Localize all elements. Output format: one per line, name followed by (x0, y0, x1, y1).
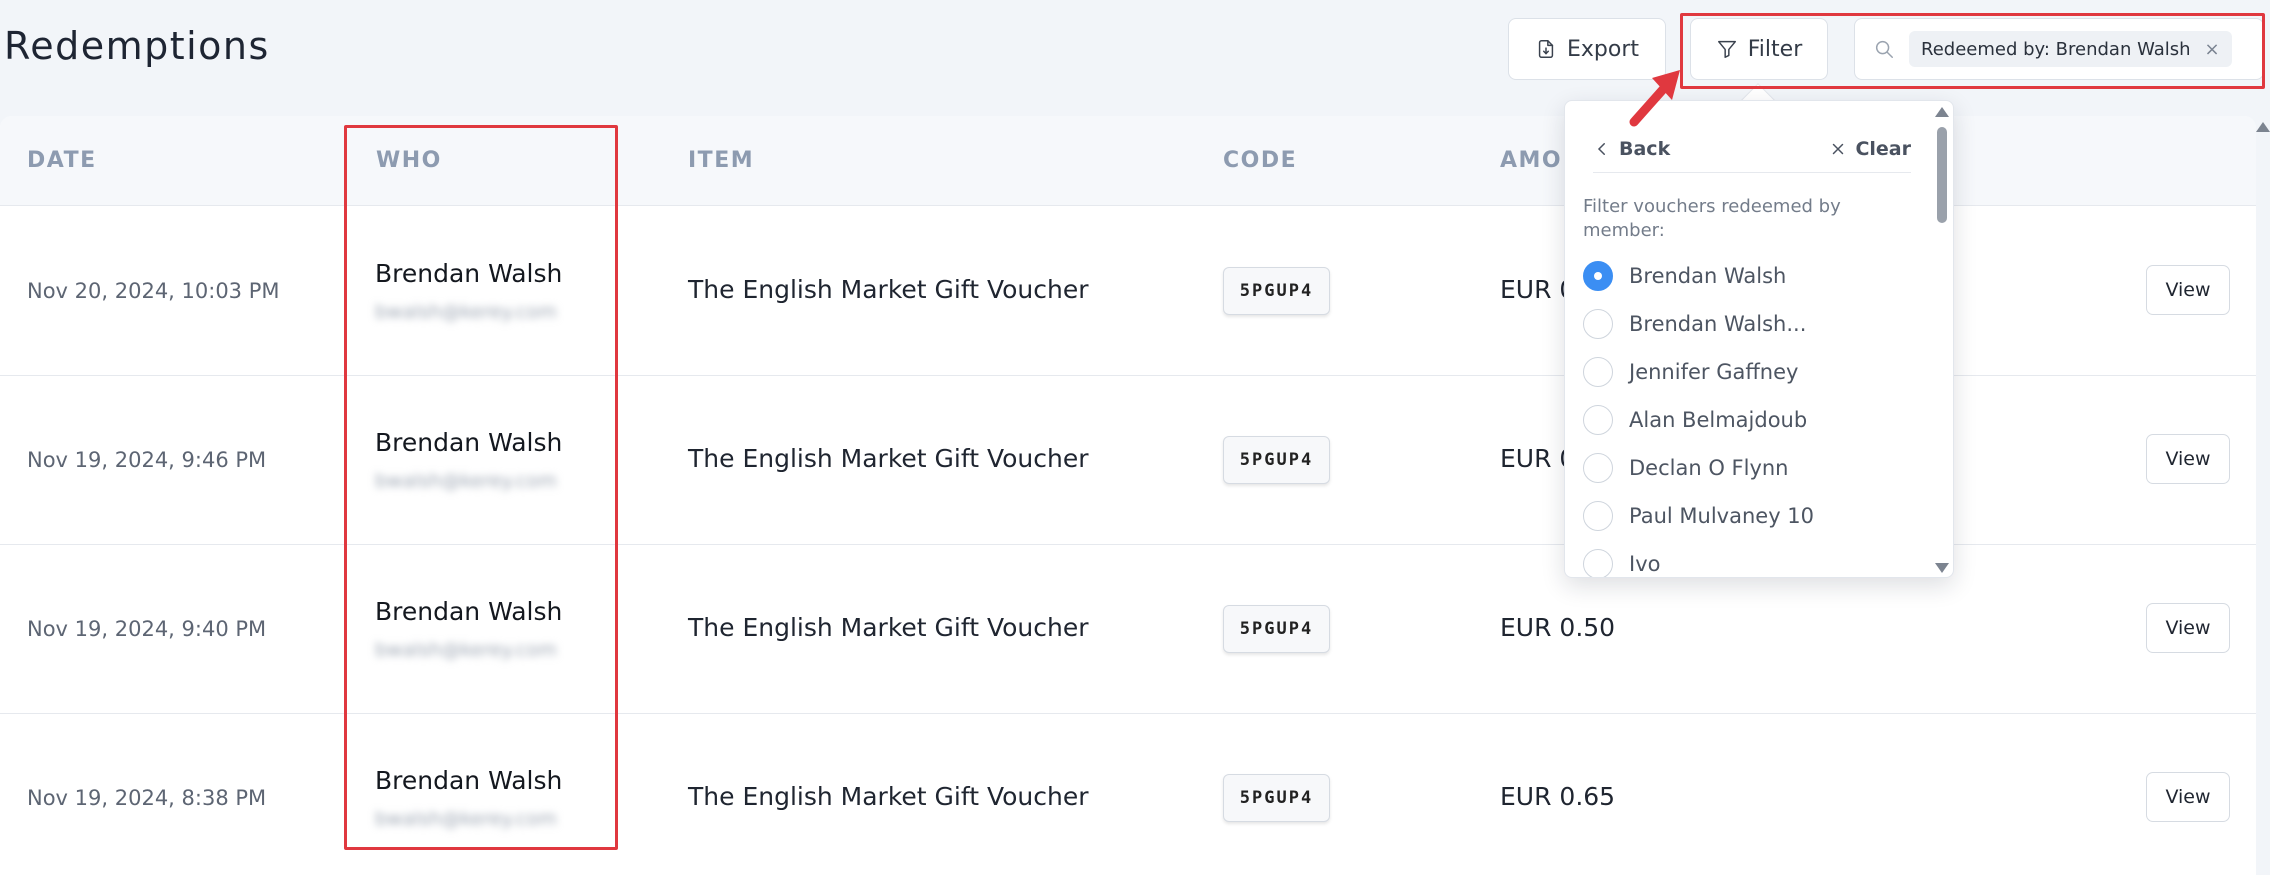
radio-selected[interactable] (1583, 261, 1613, 291)
voucher-code-badge: 5PGUP4 (1223, 267, 1330, 315)
view-button[interactable]: View (2146, 434, 2230, 484)
dropdown-description: Filter vouchers redeemed by member: (1583, 196, 1841, 241)
voucher-code-badge: 5PGUP4 (1223, 436, 1330, 484)
member-option-label: Declan O Flynn (1629, 456, 1789, 480)
row-who-name: Brendan Walsh (375, 766, 563, 795)
member-option[interactable]: Ivo (1583, 549, 1661, 577)
search-field[interactable]: Redeemed by: Brendan Walsh × (1854, 18, 2264, 80)
row-amount: EUR 0.65 (1500, 782, 1616, 811)
row-item: The English Market Gift Voucher (688, 782, 1089, 811)
voucher-code-badge: 5PGUP4 (1223, 605, 1330, 653)
scroll-down-arrow[interactable] (1935, 563, 1949, 573)
dropdown-header: Back Clear (1593, 125, 1911, 173)
member-option-label: Brendan Walsh... (1629, 312, 1807, 336)
scroll-up-arrow[interactable] (1935, 107, 1949, 117)
file-download-icon (1538, 40, 1554, 58)
member-option[interactable]: Alan Belmajdoub (1583, 405, 1807, 435)
clear-label: Clear (1855, 137, 1911, 160)
radio[interactable] (1583, 357, 1613, 387)
filter-button[interactable]: Filter (1690, 18, 1828, 80)
close-icon (1833, 143, 1844, 154)
row-date: Nov 19, 2024, 9:40 PM (27, 617, 267, 641)
chevron-left-icon (1597, 142, 1605, 155)
member-option[interactable]: Declan O Flynn (1583, 453, 1789, 483)
filter-icon (1717, 40, 1736, 58)
radio[interactable] (1583, 309, 1613, 339)
row-date: Nov 19, 2024, 8:38 PM (27, 786, 267, 810)
row-who-email: bwalsh@kerey.com (375, 470, 557, 492)
row-who-name: Brendan Walsh (375, 428, 563, 457)
export-label: Export (1566, 36, 1639, 62)
column-header-code: CODE (1223, 148, 1298, 173)
clear-button[interactable]: Clear (1829, 138, 1911, 160)
member-option-label: Paul Mulvaney 10 (1629, 504, 1815, 528)
radio[interactable] (1583, 501, 1613, 531)
radio[interactable] (1583, 453, 1613, 483)
member-option-label: Brendan Walsh (1629, 264, 1787, 288)
member-option-label: Ivo (1629, 552, 1661, 576)
close-icon[interactable]: × (2205, 39, 2220, 60)
row-item: The English Market Gift Voucher (688, 275, 1089, 304)
back-button[interactable]: Back (1593, 138, 1670, 160)
member-option[interactable]: Paul Mulvaney 10 (1583, 501, 1814, 531)
member-option[interactable]: Brendan Walsh... (1583, 309, 1806, 339)
row-amount: EUR 0.50 (1500, 613, 1616, 642)
column-header-item: ITEM (688, 148, 755, 173)
row-date: Nov 20, 2024, 10:03 PM (27, 279, 280, 303)
row-who-email: bwalsh@kerey.com (375, 808, 557, 830)
row-who-name: Brendan Walsh (375, 597, 563, 626)
row-who-name: Brendan Walsh (375, 259, 563, 288)
back-label: Back (1619, 137, 1671, 160)
view-button[interactable]: View (2146, 772, 2230, 822)
column-header-date: DATE (27, 148, 97, 173)
filter-chip-label: Redeemed by: Brendan Walsh (1921, 38, 2191, 60)
filter-chip[interactable]: Redeemed by: Brendan Walsh × (1909, 31, 2232, 67)
member-option-label: Jennifer Gaffney (1629, 360, 1799, 384)
filter-label: Filter (1747, 36, 1803, 62)
member-option[interactable]: Jennifer Gaffney (1583, 357, 1798, 387)
page-scroll-up-arrow[interactable] (2256, 122, 2270, 132)
radio[interactable] (1583, 405, 1613, 435)
row-item: The English Market Gift Voucher (688, 613, 1089, 642)
dropdown-scrollbar-thumb[interactable] (1937, 127, 1947, 223)
radio[interactable] (1583, 549, 1613, 577)
row-who-email: bwalsh@kerey.com (375, 639, 557, 661)
member-filter-dropdown: Back Clear Filter vouchers redeemed by m… (1564, 100, 1954, 578)
view-button[interactable]: View (2146, 265, 2230, 315)
voucher-code-badge: 5PGUP4 (1223, 774, 1330, 822)
annotation-arrow-icon (1629, 70, 1680, 127)
row-item: The English Market Gift Voucher (688, 444, 1089, 473)
row-date: Nov 19, 2024, 9:46 PM (27, 448, 267, 472)
column-header-who: WHO (376, 148, 442, 173)
member-option[interactable]: Brendan Walsh (1583, 261, 1786, 291)
member-option-label: Alan Belmajdoub (1629, 408, 1808, 432)
search-icon (1875, 40, 1893, 58)
row-who-email: bwalsh@kerey.com (375, 301, 557, 323)
page-title: Redemptions (4, 24, 270, 68)
view-button[interactable]: View (2146, 603, 2230, 653)
table-row: Nov 19, 2024, 8:38 PM Brendan Walsh bwal… (0, 714, 2256, 875)
